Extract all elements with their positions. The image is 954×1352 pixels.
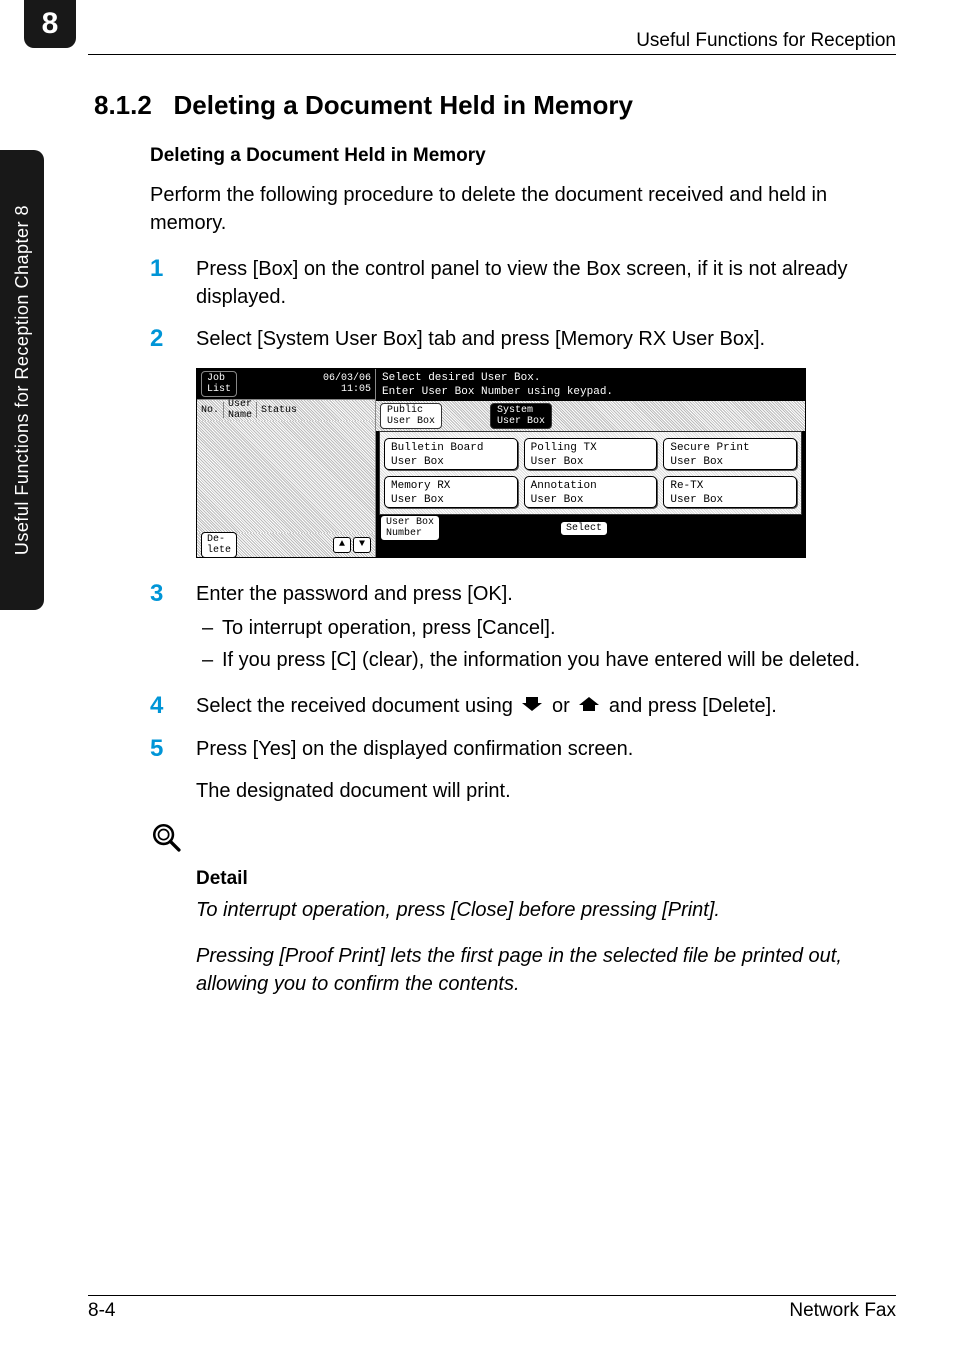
step-5: 5 Press [Yes] on the displayed confirmat… — [150, 735, 896, 764]
arrow-down-icon — [518, 693, 546, 721]
section-title-text: Deleting a Document Held in Memory — [174, 90, 633, 120]
step-1: 1 Press [Box] on the control panel to vi… — [150, 255, 896, 311]
step-2: 2 Select [System User Box] tab and press… — [150, 325, 896, 354]
select-button[interactable]: Select — [560, 521, 608, 536]
arrow-up-icon — [575, 693, 603, 721]
detail-text-1: To interrupt operation, press [Close] be… — [196, 896, 896, 924]
step-1-text: Press [Box] on the control panel to view… — [196, 255, 896, 311]
header-title: Useful Functions for Reception — [636, 30, 896, 52]
col-user: User Name — [224, 399, 256, 421]
screenshot-prompt-1: Select desired User Box. — [382, 371, 799, 385]
col-status: Status — [257, 405, 301, 416]
delete-button[interactable]: De- lete — [201, 532, 237, 558]
section-heading: 8.1.2 Deleting a Document Held in Memory — [94, 90, 896, 121]
step-3-number: 3 — [150, 580, 196, 678]
step-4-number: 4 — [150, 692, 196, 721]
col-no: No. — [197, 405, 223, 416]
screenshot-date: 06/03/06 — [323, 373, 371, 384]
step-3-text: Enter the password and press [OK]. — [196, 583, 513, 605]
step-3-sub-b: If you press [C] (clear), the informatio… — [196, 646, 896, 674]
embedded-screenshot: Job List 06/03/06 11:05 No. User Name St… — [196, 368, 896, 558]
subheading: Deleting a Document Held in Memory — [150, 145, 896, 167]
step-2-number: 2 — [150, 325, 196, 354]
detail-icon — [150, 821, 896, 860]
tab-system-user-box[interactable]: System User Box — [490, 403, 552, 429]
step-1-number: 1 — [150, 255, 196, 311]
screenshot-time: 11:05 — [323, 384, 371, 395]
tab-public-user-box[interactable]: Public User Box — [380, 403, 442, 429]
section-number: 8.1.2 — [94, 90, 152, 120]
memory-rx-user-box-button[interactable]: Memory RX User Box — [384, 476, 518, 508]
job-list-tab[interactable]: Job List — [201, 371, 237, 397]
step-3-sub-a: To interrupt operation, press [Cancel]. — [196, 614, 896, 642]
polling-tx-user-box-button[interactable]: Polling TX User Box — [524, 438, 658, 470]
chapter-tab: 8 — [24, 0, 76, 48]
screenshot-prompt-2: Enter User Box Number using keypad. — [382, 385, 799, 399]
scroll-up-button[interactable]: ▲ — [333, 537, 351, 553]
result-text: The designated document will print. — [196, 777, 896, 805]
annotation-user-box-button[interactable]: Annotation User Box — [524, 476, 658, 508]
job-list-area — [197, 421, 375, 533]
secure-print-user-box-button[interactable]: Secure Print User Box — [663, 438, 797, 470]
side-tab: Useful Functions for Reception Chapter 8 — [0, 150, 44, 610]
intro-text: Perform the following procedure to delet… — [150, 181, 896, 237]
re-tx-user-box-button[interactable]: Re-TX User Box — [663, 476, 797, 508]
step-5-text: Press [Yes] on the displayed confirmatio… — [196, 735, 896, 764]
step-5-number: 5 — [150, 735, 196, 764]
footer-title: Network Fax — [789, 1300, 896, 1322]
detail-text-2: Pressing [Proof Print] lets the first pa… — [196, 942, 896, 998]
footer-rule — [88, 1295, 896, 1296]
page-number: 8-4 — [88, 1300, 115, 1322]
step-2-text: Select [System User Box] tab and press [… — [196, 325, 896, 354]
page-content: 8.1.2 Deleting a Document Held in Memory… — [88, 90, 896, 1016]
step-3: 3 Enter the password and press [OK]. To … — [150, 580, 896, 678]
step-4: 4 Select the received document using or … — [150, 692, 896, 721]
bulletin-board-user-box-button[interactable]: Bulletin Board User Box — [384, 438, 518, 470]
scroll-down-button[interactable]: ▼ — [353, 537, 371, 553]
step-4-text: Select the received document using or an… — [196, 692, 896, 721]
detail-heading: Detail — [196, 868, 896, 890]
side-tab-label: Useful Functions for Reception Chapter 8 — [12, 205, 33, 555]
header-rule — [88, 54, 896, 55]
user-box-number-button[interactable]: User Box Number — [380, 515, 440, 541]
